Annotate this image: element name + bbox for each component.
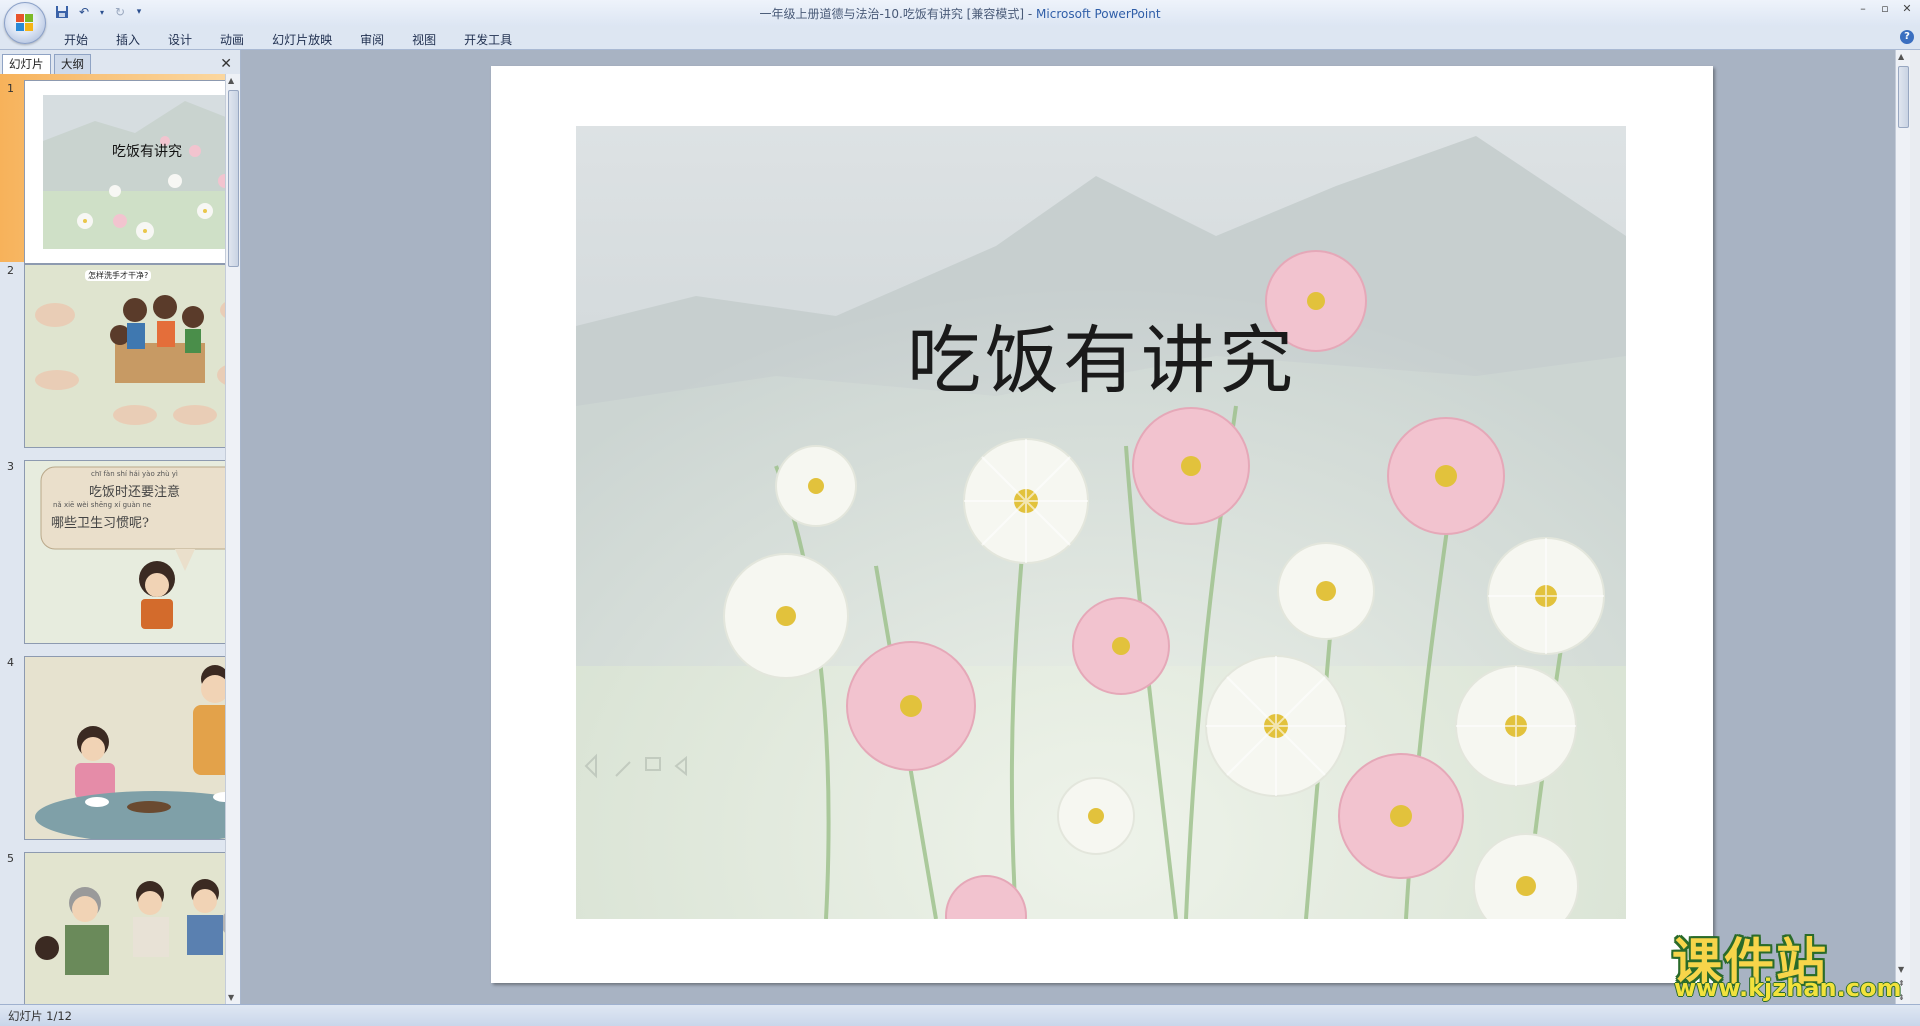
thumbnail-title: 吃饭有讲究 — [112, 144, 182, 160]
status-bar: 幻灯片 1/12 — [0, 1004, 1920, 1026]
editor-scrollbar[interactable]: ▲ ▼ ⇞ ⇟ — [1895, 50, 1910, 1004]
slide-thumbnail-1[interactable]: 1 吃饭有讲究 — [0, 74, 226, 264]
slide-thumbnail-2[interactable]: 2 怎样洗手才干净? — [0, 262, 226, 448]
thumbnail-title: 怎样洗手才干净? — [85, 270, 152, 281]
app-name: Microsoft PowerPoint — [1036, 7, 1161, 21]
window-title: 一年级上册道德与法治-10.吃饭有讲究 [兼容模式] - Microsoft P… — [0, 5, 1920, 22]
tab-outline[interactable]: 大纲 — [54, 54, 91, 74]
slide-thumbnails: 1 吃饭有讲究 2 怎样洗手才干净? 3 chī fàn shí hái yào… — [0, 74, 226, 1004]
watermark-logo: 课件站 www.kjzhan.com — [1668, 922, 1903, 1004]
scroll-thumb[interactable] — [228, 90, 239, 267]
slide-background-image — [576, 126, 1626, 919]
title-separator: - — [1027, 7, 1033, 21]
help-icon[interactable]: ? — [1900, 30, 1914, 44]
tab-insert[interactable]: 插入 — [102, 29, 154, 50]
slide-number: 2 — [7, 264, 14, 277]
current-slide[interactable]: 吃饭有讲究 — [491, 66, 1713, 983]
tab-review[interactable]: 审阅 — [346, 29, 398, 50]
pane-tabs: 幻灯片 大纲 ✕ — [0, 54, 240, 74]
thumbnail-pinyin-1: chī fàn shí hái yào zhù yì — [91, 470, 178, 478]
slide-number: 5 — [7, 852, 14, 865]
tab-design[interactable]: 设计 — [154, 29, 206, 50]
slide-number: 3 — [7, 460, 14, 473]
close-icon[interactable]: ✕ — [1900, 2, 1914, 16]
slide-thumbnail-3[interactable]: 3 chī fàn shí hái yào zhù yì 吃饭时还要注意 nǎ … — [0, 458, 226, 644]
thumbnail-scrollbar[interactable]: ▲ ▼ — [225, 74, 240, 1004]
cosmos-flowers-image — [576, 126, 1626, 919]
slide-number: 4 — [7, 656, 14, 669]
tab-animations[interactable]: 动画 — [206, 29, 258, 50]
watermark-url: www.kjzhan.com — [1674, 974, 1902, 1002]
tab-home[interactable]: 开始 — [50, 29, 102, 50]
tab-slideshow[interactable]: 幻灯片放映 — [258, 29, 346, 50]
office-logo-icon — [16, 14, 34, 32]
thumbnail-image-5 — [25, 853, 226, 1004]
tab-slides[interactable]: 幻灯片 — [2, 54, 51, 74]
scroll-thumb[interactable] — [1898, 66, 1909, 128]
slide-preview — [24, 656, 226, 840]
thumbnail-image-2 — [25, 265, 226, 447]
thumbnail-text-1: 吃饭时还要注意 — [89, 485, 181, 500]
document-title: 一年级上册道德与法治-10.吃饭有讲究 [兼容模式] — [759, 7, 1025, 21]
slide-title[interactable]: 吃饭有讲究 — [491, 301, 1713, 408]
thumbnail-image-4 — [25, 657, 226, 839]
thumbnail-pinyin-2: nǎ xiē wèi shēng xí guàn ne — [53, 501, 152, 509]
scroll-up-icon[interactable]: ▲ — [1898, 52, 1904, 61]
slide-preview: chī fàn shí hái yào zhù yì 吃饭时还要注意 nǎ xi… — [24, 460, 226, 644]
scroll-up-icon[interactable]: ▲ — [228, 76, 234, 85]
title-bar: ↶ ▾ ↻ ▾ 一年级上册道德与法治-10.吃饭有讲究 [兼容模式] - Mic… — [0, 0, 1920, 26]
slide-preview: 怎样洗手才干净? — [24, 264, 226, 448]
tab-view[interactable]: 视图 — [398, 29, 450, 50]
minimize-icon[interactable]: – — [1856, 2, 1870, 16]
window-controls: – ▫ ✕ — [1856, 2, 1914, 16]
slides-pane: 幻灯片 大纲 ✕ 1 吃饭有讲究 2 怎样洗手才干净? 3 chī fàn sh… — [0, 50, 241, 1004]
restore-icon[interactable]: ▫ — [1878, 2, 1892, 16]
tab-developer[interactable]: 开发工具 — [450, 29, 526, 50]
thumbnail-text-2: 哪些卫生习惯呢? — [51, 516, 149, 531]
scroll-down-icon[interactable]: ▼ — [228, 993, 234, 1002]
slide-preview — [24, 852, 226, 1004]
ribbon-tabs: 开始 插入 设计 动画 幻灯片放映 审阅 视图 开发工具 — [50, 29, 526, 50]
slide-indicator: 幻灯片 1/12 — [8, 1009, 72, 1023]
slide-number: 1 — [7, 82, 14, 95]
thumbnail-image-1 — [25, 81, 226, 263]
office-button[interactable] — [4, 2, 46, 44]
slide-thumbnail-4[interactable]: 4 — [0, 654, 226, 840]
ribbon: 开始 插入 设计 动画 幻灯片放映 审阅 视图 开发工具 ? — [0, 26, 1920, 50]
close-pane-icon[interactable]: ✕ — [220, 57, 232, 71]
slide-preview: 吃饭有讲究 — [24, 80, 226, 264]
slide-thumbnail-5[interactable]: 5 — [0, 850, 226, 1004]
